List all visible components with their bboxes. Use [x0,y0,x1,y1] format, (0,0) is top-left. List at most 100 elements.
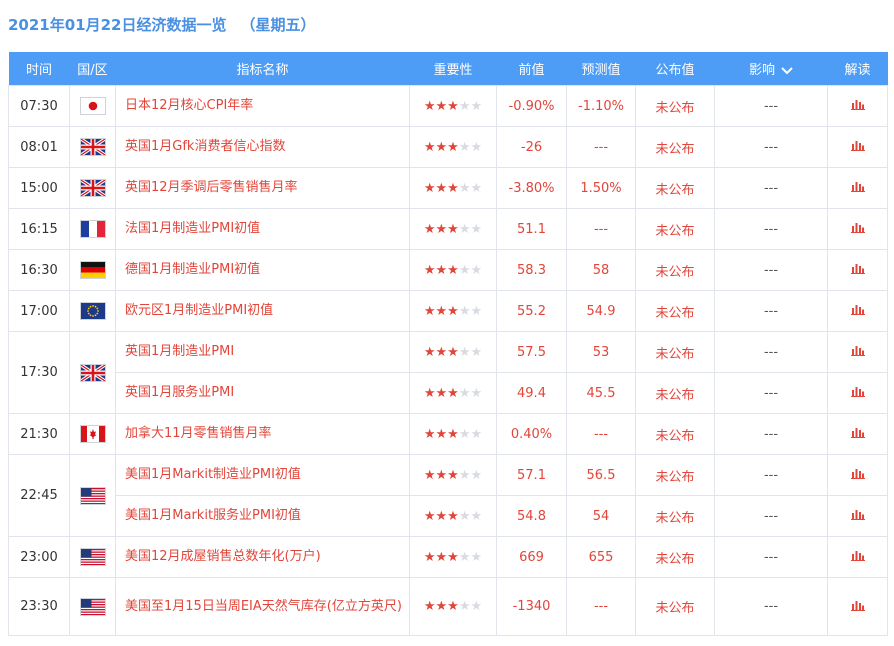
indicator-name-link[interactable]: 美国至1月15日当周EIA天然气库存(亿立方英尺) [115,577,410,636]
forecast-value: 56.5 [566,454,636,496]
indicator-name-link[interactable]: 英国12月季调后零售销售月率 [115,167,410,209]
analysis-cell[interactable] [827,495,888,537]
country-cell [69,167,116,209]
table-row: 16:15 法国1月制造业PMI初值 ★★★★★ 51.1 --- 未公布 --- [8,208,888,250]
star-icon: ★ [435,508,448,524]
col-header-impact[interactable]: 影响 [714,52,828,86]
bar-chart-icon[interactable] [850,98,865,114]
star-icon: ★ [458,426,471,442]
col-header-actual: 公布值 [635,52,715,86]
table-row: 英国1月服务业PMI ★★★★★ 49.4 45.5 未公布 --- [9,372,888,414]
bar-chart-icon[interactable] [850,599,865,615]
forecast-value: -1.10% [566,85,636,127]
forecast-value: 54.9 [566,290,636,332]
analysis-cell[interactable] [827,208,888,250]
country-cell [69,454,116,537]
bar-chart-icon[interactable] [850,221,865,237]
analysis-cell[interactable] [827,126,888,168]
actual-value: 未公布 [635,495,715,537]
analysis-cell[interactable] [827,413,888,455]
table-row: 23:00 美国12月成屋销售总数年化(万户) ★★★★★ 669 655 未公布 --- [8,536,888,578]
bar-chart-icon[interactable] [850,508,865,524]
table-row: 17:00 欧元区1月制造业PMI初值 ★★★★★ 55.2 54.9 未公布 --- [8,290,888,332]
bar-chart-icon[interactable] [850,467,865,483]
impact-value: --- [714,413,828,455]
indicator-name-link[interactable]: 英国1月Gfk消费者信心指数 [115,126,410,168]
bar-chart-icon[interactable] [850,139,865,155]
indicator-name-link[interactable]: 美国1月Markit服务业PMI初值 [115,495,410,537]
star-icon: ★ [447,139,459,155]
table-row: 21:30 加拿大11月零售销售月率 ★★★★★ 0.40% --- 未公布 --- [8,413,888,455]
importance-cell: ★★★★★ [409,577,497,636]
bar-chart-icon[interactable] [850,303,865,319]
analysis-cell[interactable] [827,536,888,578]
table-header-row: 时间 国/区 指标名称 重要性 前值 预测值 公布值 影响 解读 [8,52,888,86]
impact-label: 影响 [748,63,775,78]
col-header-country: 国/区 [69,52,116,86]
star-icon: ★ [423,303,436,319]
star-icon: ★ [458,549,471,565]
star-icon: ★ [435,385,448,401]
country-cell [69,126,116,168]
impact-value: --- [714,167,828,209]
impact-value: --- [714,454,828,496]
importance-cell: ★★★★★ [409,208,497,250]
bar-chart-icon[interactable] [850,385,865,401]
country-cell [69,577,116,636]
star-icon: ★ [423,599,436,614]
actual-value: 未公布 [635,249,715,291]
time-cell: 22:45 [8,454,70,537]
star-icon: ★ [435,262,448,278]
bar-chart-icon[interactable] [850,180,865,196]
star-icon: ★ [470,549,483,565]
indicator-name-link[interactable]: 法国1月制造业PMI初值 [115,208,410,250]
actual-value: 未公布 [635,372,715,414]
importance-cell: ★★★★★ [409,126,497,168]
star-icon: ★ [447,549,459,565]
analysis-cell[interactable] [827,85,888,127]
bar-chart-icon[interactable] [850,262,865,278]
forecast-value: 655 [566,536,636,578]
indicator-name-link[interactable]: 英国1月制造业PMI [115,331,410,373]
importance-cell: ★★★★★ [409,331,497,373]
analysis-cell[interactable] [827,454,888,496]
country-cell [69,208,116,250]
star-icon: ★ [447,303,459,319]
bar-chart-icon[interactable] [850,426,865,442]
star-icon: ★ [435,221,448,237]
page-title: 2021年01月22日经济数据一览 （星期五） [8,12,316,38]
star-icon: ★ [458,221,471,237]
indicator-name-link[interactable]: 加拿大11月零售销售月率 [115,413,410,455]
star-icon: ★ [423,221,436,237]
star-icon: ★ [447,508,459,524]
star-icon: ★ [447,426,459,442]
previous-value: 57.1 [496,454,567,496]
analysis-cell[interactable] [827,577,888,636]
indicator-name-link[interactable]: 日本12月核心CPI年率 [115,85,410,127]
star-icon: ★ [435,139,448,155]
star-icon: ★ [470,221,483,237]
indicator-name-link[interactable]: 美国1月Markit制造业PMI初值 [115,454,410,496]
analysis-cell[interactable] [827,249,888,291]
star-icon: ★ [435,344,448,360]
previous-value: 54.8 [496,495,567,537]
star-icon: ★ [458,262,471,278]
analysis-cell[interactable] [827,167,888,209]
forecast-value: --- [566,208,636,250]
analysis-cell[interactable] [827,372,888,414]
flag-eu-icon [79,302,106,320]
table-row: 23:30 美国至1月15日当周EIA天然气库存(亿立方英尺) ★★★★★ -1340… [8,577,888,636]
impact-value: --- [714,536,828,578]
previous-value: 669 [496,536,567,578]
bar-chart-icon[interactable] [850,344,865,360]
bar-chart-icon[interactable] [850,549,865,565]
indicator-name-link[interactable]: 德国1月制造业PMI初值 [115,249,410,291]
indicator-name-link[interactable]: 欧元区1月制造业PMI初值 [115,290,410,332]
indicator-name-link[interactable]: 美国12月成屋销售总数年化(万户) [115,536,410,578]
impact-value: --- [714,249,828,291]
star-icon: ★ [447,599,459,614]
indicator-name-link[interactable]: 英国1月服务业PMI [115,372,410,414]
analysis-cell[interactable] [827,290,888,332]
impact-value: --- [714,495,828,537]
analysis-cell[interactable] [827,331,888,373]
